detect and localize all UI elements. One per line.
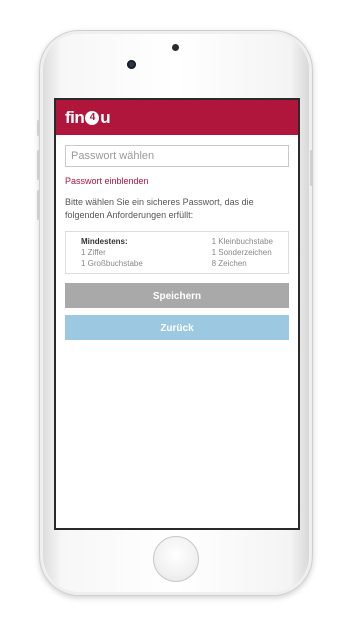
requirements-right-column: 1 Kleinbuchstabe 1 Sonderzeichen 8 Zeich… <box>212 236 273 269</box>
logo-prefix: fin <box>65 107 85 127</box>
logo-four-badge: 4 <box>85 110 100 125</box>
mute-switch <box>37 120 40 136</box>
power-button <box>310 150 313 186</box>
password-requirements: Mindestens: 1 Ziffer 1 Großbuchstabe 1 K… <box>65 231 289 274</box>
password-input[interactable] <box>65 145 289 167</box>
requirement-item: 1 Ziffer <box>81 248 106 257</box>
show-password-link[interactable]: Passwort einblenden <box>65 176 289 186</box>
home-button[interactable] <box>153 536 199 582</box>
requirement-item: 1 Kleinbuchstabe <box>211 237 273 246</box>
logo-suffix: u <box>100 107 111 127</box>
back-button[interactable]: Zurück <box>65 315 289 340</box>
front-camera-icon <box>127 60 136 69</box>
volume-up-button <box>37 150 40 180</box>
fin4u-logo: fin 4 u <box>65 107 111 128</box>
requirements-left-column: Mindestens: 1 Ziffer 1 Großbuchstabe <box>81 236 143 269</box>
app-screen: fin 4 u Passwort einblenden Bitte wählen… <box>54 98 300 530</box>
requirement-item: 8 Zeichen <box>211 259 247 268</box>
password-form: Passwort einblenden Bitte wählen Sie ein… <box>56 135 298 350</box>
app-header: fin 4 u <box>56 100 298 135</box>
earpiece-speaker <box>172 44 179 51</box>
requirement-item: 1 Sonderzeichen <box>211 248 272 257</box>
password-instructions: Bitte wählen Sie ein sicheres Passwort, … <box>65 197 254 220</box>
volume-down-button <box>37 190 40 220</box>
requirement-item: 1 Großbuchstabe <box>81 259 143 268</box>
requirements-heading: Mindestens: <box>81 237 128 246</box>
save-button[interactable]: Speichern <box>65 283 289 308</box>
